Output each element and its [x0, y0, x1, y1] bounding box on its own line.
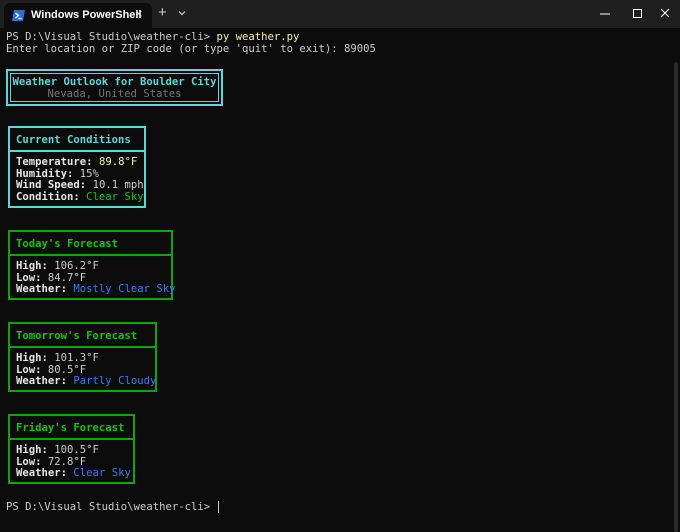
- high-row: High: 101.3°F: [16, 352, 99, 364]
- header-title: Weather Outlook for Boulder City: [12, 76, 217, 88]
- close-icon[interactable]: [650, 0, 680, 28]
- forecast-header-today: Today's Forecast: [10, 232, 171, 256]
- powershell-icon: [12, 10, 25, 21]
- temperature-value: 89.8°F: [98, 156, 138, 168]
- text-cursor: [218, 501, 220, 513]
- prompt-text: PS D:\Visual Studio\weather-cli>: [6, 31, 217, 43]
- current-conditions-header: Current Conditions: [10, 128, 144, 152]
- wind-row: Wind Speed: 10.1 mph: [16, 179, 144, 191]
- weather-row: Weather: Mostly Clear Sky: [16, 283, 176, 295]
- new-tab-button[interactable]: +: [158, 4, 167, 21]
- weather-row: Weather: Partly Cloudy: [16, 375, 157, 387]
- header-subtitle: Nevada, United States: [47, 88, 182, 100]
- forecast-box-today: Today's Forecast High: 106.2°F Low: 84.7…: [8, 230, 176, 300]
- forecast-header-tomorrow: Tomorrow's Forecast: [10, 324, 155, 348]
- forecast-heading: Today's Forecast: [16, 238, 119, 250]
- high-row: High: 106.2°F: [16, 260, 99, 272]
- prompt-text: PS D:\Visual Studio\weather-cli>: [6, 501, 217, 513]
- temperature-row: Temperature: 89.8°F: [16, 156, 138, 168]
- tab-close-icon[interactable]: ×: [135, 6, 143, 21]
- forecast-heading: Friday's Forecast: [16, 422, 125, 434]
- condition-row: Condition: Clear Sky: [16, 191, 144, 203]
- current-conditions-box: Current Conditions Temperature: 89.8°F H…: [8, 126, 146, 208]
- title-bar: Windows PowerShell × +: [0, 0, 680, 28]
- current-conditions-heading: Current Conditions: [16, 134, 131, 146]
- weather-row: Weather: Clear Sky: [16, 467, 131, 479]
- final-prompt-line[interactable]: PS D:\Visual Studio\weather-cli>: [6, 501, 220, 513]
- forecast-box-tomorrow: Tomorrow's Forecast High: 101.3°F Low: 8…: [8, 322, 157, 392]
- chevron-down-icon[interactable]: [176, 7, 188, 19]
- command-text: py weather.py: [216, 31, 300, 43]
- terminal-output[interactable]: PS D:\Visual Studio\weather-cli> py weat…: [0, 28, 680, 532]
- tab-powershell[interactable]: Windows PowerShell ×: [4, 3, 152, 28]
- minimize-icon[interactable]: [590, 0, 620, 28]
- input-prompt-line: Enter location or ZIP code (or type 'qui…: [6, 43, 376, 55]
- scrollbar[interactable]: [674, 62, 678, 532]
- high-row: High: 100.5°F: [16, 444, 99, 456]
- command-line: PS D:\Visual Studio\weather-cli> py weat…: [6, 31, 299, 43]
- forecast-heading: Tomorrow's Forecast: [16, 330, 138, 342]
- maximize-icon[interactable]: [623, 0, 653, 28]
- condition-value: Clear Sky: [86, 191, 144, 203]
- tab-title: Windows PowerShell: [31, 9, 142, 21]
- forecast-box-friday: Friday's Forecast High: 100.5°F Low: 72.…: [8, 414, 135, 484]
- terminal-window: Windows PowerShell × + PS D:\Visual Stud…: [0, 0, 680, 532]
- forecast-header-friday: Friday's Forecast: [10, 416, 133, 440]
- wind-value: 10.1 mph: [92, 179, 144, 191]
- header-box: Weather Outlook for Boulder City Nevada,…: [6, 69, 223, 106]
